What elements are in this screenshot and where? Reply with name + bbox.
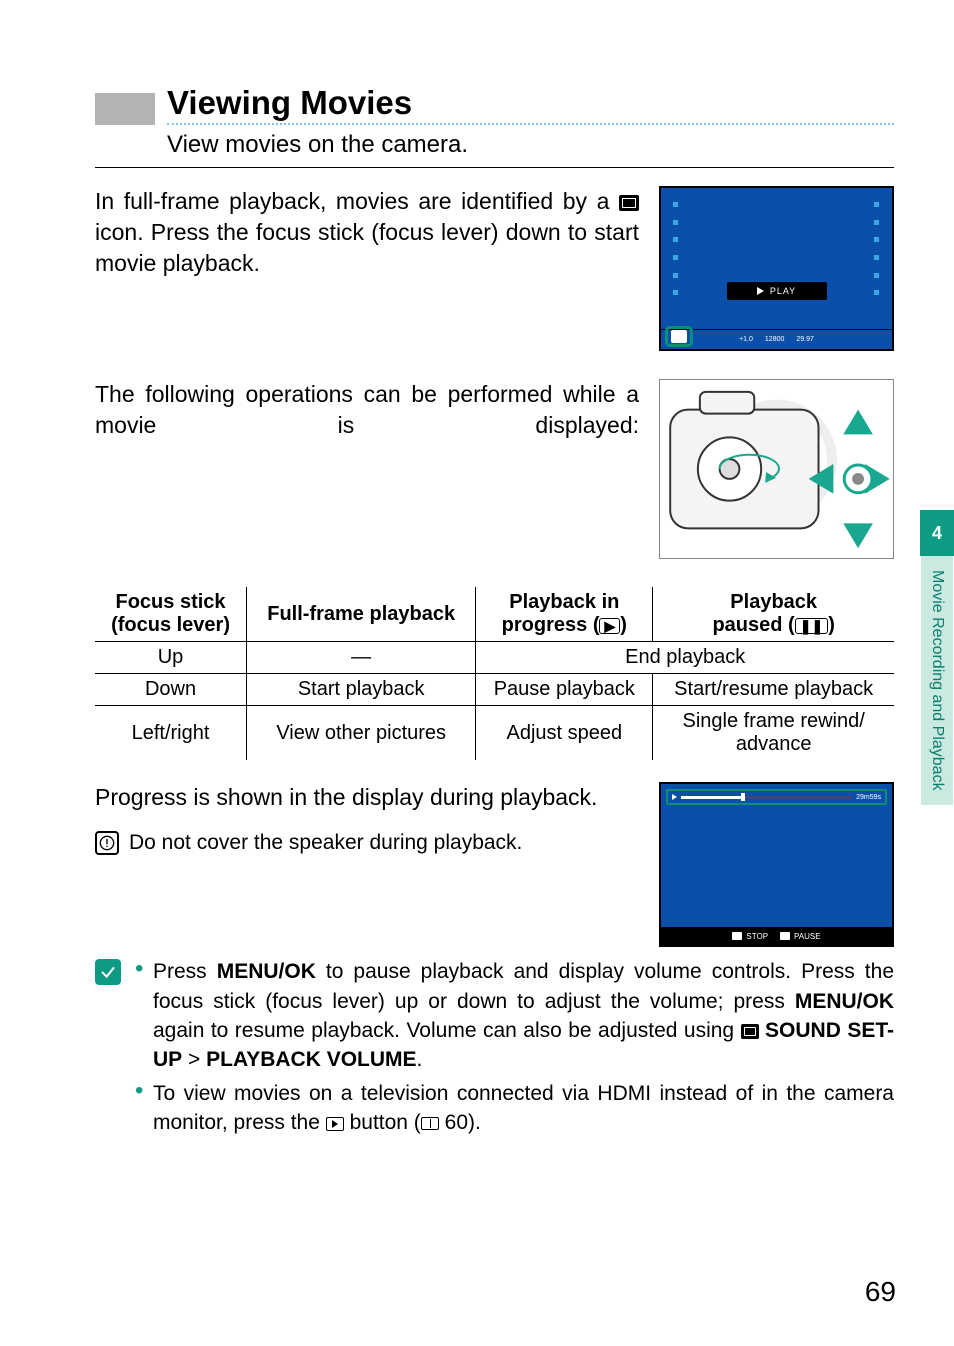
play-triangle-icon: [757, 287, 764, 295]
cell-resume: Start/resume playback: [653, 674, 894, 706]
pause-label: PAUSE: [794, 932, 821, 941]
cell-end-playback: End playback: [476, 642, 894, 674]
cell-lr: Left/right: [95, 706, 247, 761]
exposure-value: +1.0: [739, 336, 753, 343]
play-mini-icon: [672, 794, 677, 800]
cell-pause: Pause playback: [476, 674, 653, 706]
intro-text-a: In full-frame playback, movies are ident…: [95, 188, 619, 214]
play-label: PLAY: [770, 286, 796, 296]
cell-frame: Single frame rewind/advance: [653, 706, 894, 761]
table-row: Up — End playback: [95, 642, 894, 674]
section-subtitle: View movies on the camera.: [167, 131, 894, 159]
controls-table: Focus stick(focus lever) Full-frame play…: [95, 587, 894, 760]
screen-controls-bar: STOP PAUSE: [661, 927, 892, 945]
operations-text: The following operations can be performe…: [95, 379, 639, 559]
tip-icon: [95, 959, 121, 985]
stop-label: STOP: [746, 932, 768, 941]
setup-icon: [741, 1024, 759, 1039]
table-row: Down Start playback Pause playback Start…: [95, 674, 894, 706]
screen-preview-play: PLAY +1.0 12800 29.97: [659, 186, 894, 351]
chapter-label: Movie Recording and Playback: [921, 556, 953, 805]
cell-speed: Adjust speed: [476, 706, 653, 761]
cell-up: Up: [95, 642, 247, 674]
dotted-rule: [167, 123, 894, 125]
down-button-icon: [780, 932, 790, 940]
caution-icon: [95, 831, 119, 855]
section-title: Viewing Movies: [167, 85, 894, 121]
progress-bar-highlight: 29m59s: [666, 789, 887, 805]
caution-row: Do not cover the speaker during playback…: [95, 831, 639, 855]
caution-text: Do not cover the speaker during playback…: [129, 831, 522, 855]
cell-dash: —: [247, 642, 476, 674]
tip-item-volume: Press MENU/OK to pause playback and disp…: [135, 957, 894, 1075]
tips-block: Press MENU/OK to pause playback and disp…: [95, 957, 894, 1141]
row-operations: The following operations can be performe…: [95, 379, 894, 559]
fps-value: 29.97: [796, 336, 814, 343]
progress-text: Progress is shown in the display during …: [95, 782, 639, 813]
cell-other: View other pictures: [247, 706, 476, 761]
screen-progress: 29m59s STOP PAUSE: [659, 782, 894, 947]
movie-badge: [665, 326, 693, 347]
th-paused: Playback paused (❚❚): [653, 587, 894, 642]
back-button-icon: [732, 932, 742, 940]
row-intro: In full-frame playback, movies are ident…: [95, 186, 894, 351]
movie-icon: [619, 195, 639, 211]
pause-glyph-icon: ❚❚: [795, 618, 828, 634]
cell-start: Start playback: [247, 674, 476, 706]
table-row: Left/right View other pictures Adjust sp…: [95, 706, 894, 761]
side-tab: 4 Movie Recording and Playback: [920, 510, 954, 805]
intro-text: In full-frame playback, movies are ident…: [95, 186, 639, 351]
camera-illustration: [659, 379, 894, 559]
playback-button-icon: [326, 1117, 344, 1131]
row-progress: Progress is shown in the display during …: [95, 782, 894, 947]
heading-swatch: [95, 93, 155, 125]
chapter-number: 4: [920, 510, 954, 556]
page-root: Viewing Movies View movies on the camera…: [0, 0, 954, 1346]
play-glyph-icon: ▶: [599, 618, 620, 634]
intro-text-b: icon. Press the focus stick (focus lever…: [95, 219, 639, 276]
play-pill: PLAY: [727, 282, 827, 300]
time-remaining: 29m59s: [856, 794, 881, 801]
th-in-progress: Playback in progress (▶): [476, 587, 653, 642]
movie-badge-icon: [671, 330, 687, 343]
screen-info-bar: +1.0 12800 29.97: [661, 329, 892, 349]
th-focus-stick: Focus stick(focus lever): [95, 587, 247, 642]
tip-item-hdmi: To view movies on a television connected…: [135, 1079, 894, 1138]
page-number: 69: [865, 1276, 896, 1308]
page-ref-icon: [421, 1117, 439, 1130]
section-heading: Viewing Movies: [95, 85, 894, 129]
thin-rule: [95, 167, 894, 168]
progress-bar: [681, 796, 852, 799]
iso-value: 12800: [765, 336, 784, 343]
cell-down: Down: [95, 674, 247, 706]
th-full-frame: Full-frame playback: [247, 587, 476, 642]
